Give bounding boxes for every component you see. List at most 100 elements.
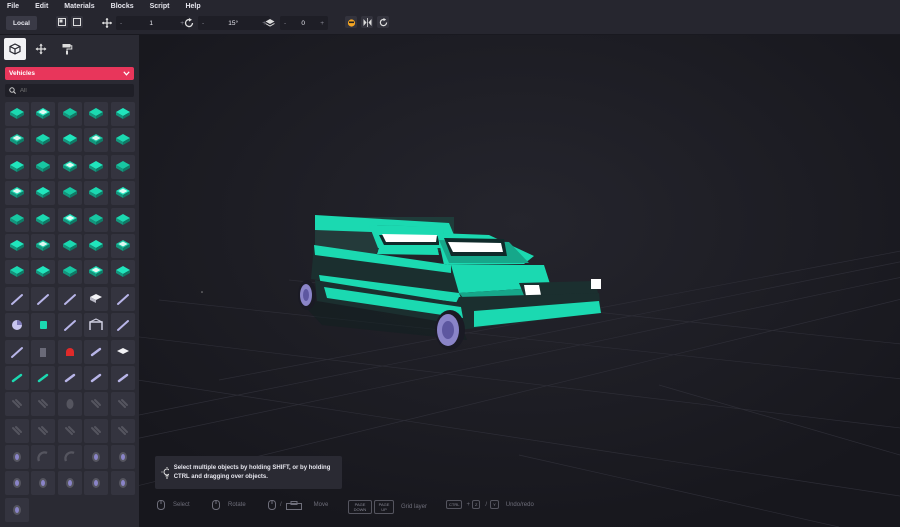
menu-file[interactable]: File <box>7 3 19 10</box>
block-item[interactable] <box>110 181 135 206</box>
layer-value[interactable]: 0 <box>301 20 305 27</box>
block-item[interactable] <box>5 445 29 470</box>
block-item[interactable] <box>5 233 29 258</box>
block-item[interactable] <box>84 102 109 126</box>
block-item[interactable] <box>31 154 56 179</box>
block-item[interactable] <box>110 339 135 364</box>
block-item[interactable] <box>57 181 82 206</box>
block-item[interactable] <box>110 365 135 390</box>
menu-script[interactable]: Script <box>150 3 170 10</box>
mascot-icon[interactable] <box>345 16 357 28</box>
block-item[interactable] <box>31 181 56 206</box>
block-item[interactable] <box>5 207 29 232</box>
block-item[interactable] <box>57 207 82 232</box>
block-item[interactable] <box>110 418 135 443</box>
block-item[interactable] <box>84 339 109 364</box>
3d-viewport[interactable] <box>139 35 900 527</box>
block-item[interactable] <box>57 313 82 338</box>
block-item[interactable] <box>84 128 109 153</box>
block-item[interactable] <box>5 339 29 364</box>
block-item[interactable] <box>5 154 29 179</box>
block-item[interactable] <box>57 392 82 417</box>
block-item[interactable] <box>57 339 82 364</box>
tab-blocks[interactable] <box>4 38 26 60</box>
block-item[interactable] <box>5 181 29 206</box>
block-item[interactable] <box>110 207 135 232</box>
block-item[interactable] <box>5 471 29 496</box>
block-item[interactable] <box>57 471 82 496</box>
block-item[interactable] <box>110 392 135 417</box>
block-item[interactable] <box>31 445 56 470</box>
tab-paint[interactable] <box>56 38 78 60</box>
search-input[interactable] <box>16 87 120 94</box>
block-item[interactable] <box>110 260 135 285</box>
block-item[interactable] <box>5 128 29 153</box>
block-item[interactable] <box>57 102 82 126</box>
block-item[interactable] <box>84 365 109 390</box>
block-item[interactable] <box>110 233 135 258</box>
tab-transform[interactable] <box>30 38 52 60</box>
block-item[interactable] <box>31 207 56 232</box>
block-item[interactable] <box>31 286 56 311</box>
block-item[interactable] <box>84 260 109 285</box>
space-toggle-button[interactable]: Local <box>6 16 37 30</box>
block-item[interactable] <box>57 128 82 153</box>
increment-button[interactable]: + <box>320 20 324 27</box>
block-item[interactable] <box>57 233 82 258</box>
block-item[interactable] <box>84 392 109 417</box>
block-item[interactable] <box>31 260 56 285</box>
block-item[interactable] <box>57 154 82 179</box>
bounds-icon[interactable] <box>71 16 83 28</box>
block-item[interactable] <box>57 260 82 285</box>
block-item[interactable] <box>31 471 56 496</box>
decrement-button[interactable]: - <box>120 20 122 27</box>
block-item[interactable] <box>84 286 109 311</box>
block-item[interactable] <box>84 471 109 496</box>
block-item[interactable] <box>84 313 109 338</box>
block-item[interactable] <box>31 313 56 338</box>
block-item[interactable] <box>84 418 109 443</box>
block-item[interactable] <box>110 313 135 338</box>
block-item[interactable] <box>31 102 56 126</box>
block-item[interactable] <box>31 392 56 417</box>
block-item[interactable] <box>31 128 56 153</box>
menu-materials[interactable]: Materials <box>64 3 94 10</box>
block-item[interactable] <box>110 286 135 311</box>
mirror-icon[interactable] <box>361 16 373 28</box>
block-item[interactable] <box>110 445 135 470</box>
block-item[interactable] <box>5 286 29 311</box>
block-item[interactable] <box>57 286 82 311</box>
menu-help[interactable]: Help <box>185 3 200 10</box>
block-item[interactable] <box>31 365 56 390</box>
menu-edit[interactable]: Edit <box>35 3 48 10</box>
block-item[interactable] <box>84 154 109 179</box>
block-item[interactable] <box>5 497 29 522</box>
block-item[interactable] <box>5 392 29 417</box>
rotate-step-stepper[interactable]: - 15° + <box>198 16 270 30</box>
block-item[interactable] <box>84 233 109 258</box>
block-item[interactable] <box>84 207 109 232</box>
block-item[interactable] <box>110 154 135 179</box>
block-item[interactable] <box>5 102 29 126</box>
block-item[interactable] <box>84 445 109 470</box>
block-item[interactable] <box>31 339 56 364</box>
menu-blocks[interactable]: Blocks <box>111 3 134 10</box>
block-item[interactable] <box>5 260 29 285</box>
decrement-button[interactable]: - <box>202 20 204 27</box>
block-item[interactable] <box>57 445 82 470</box>
block-item[interactable] <box>110 102 135 126</box>
block-item[interactable] <box>5 313 29 338</box>
pivot-icon[interactable] <box>56 16 68 28</box>
block-item[interactable] <box>5 418 29 443</box>
block-item[interactable] <box>31 233 56 258</box>
decrement-button[interactable]: - <box>284 20 286 27</box>
move-step-stepper[interactable]: - 1 + <box>116 16 188 30</box>
block-item[interactable] <box>110 471 135 496</box>
block-item[interactable] <box>84 181 109 206</box>
category-dropdown[interactable]: Vehicles <box>5 67 134 80</box>
move-step-value[interactable]: 1 <box>149 20 153 27</box>
reset-icon[interactable] <box>377 16 389 28</box>
block-item[interactable] <box>31 418 56 443</box>
block-item[interactable] <box>57 365 82 390</box>
rotate-step-value[interactable]: 15° <box>228 20 238 27</box>
